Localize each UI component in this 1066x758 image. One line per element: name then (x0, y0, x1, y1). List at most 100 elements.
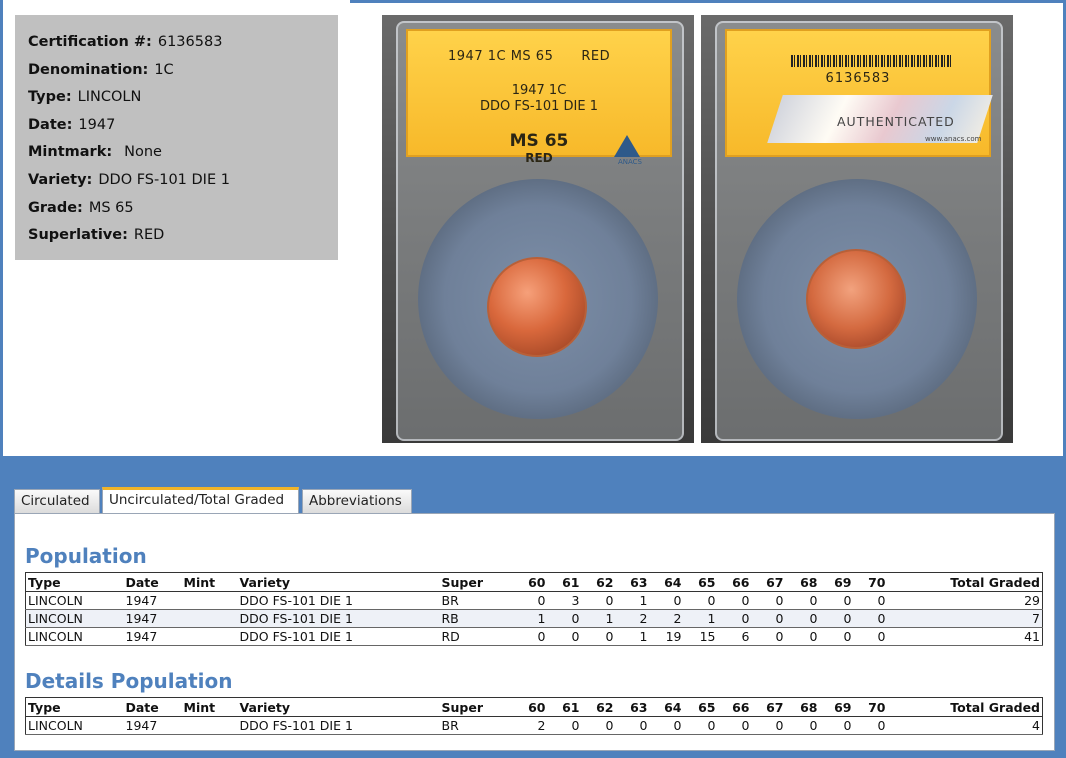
info-value: 6136583 (157, 34, 223, 50)
column-header: Date (123, 572, 182, 592)
cell-total-graded: 29 (887, 591, 1043, 610)
column-header: Total Graded (887, 697, 1043, 717)
hologram-url: www.anacs.com (925, 135, 982, 143)
cell-grade-69: 0 (819, 591, 854, 610)
cell-grade-70: 0 (853, 627, 888, 646)
column-header: 67 (751, 572, 786, 592)
cell-variety: DDO FS-101 DIE 1 (237, 627, 440, 646)
info-label: Grade: (28, 199, 83, 216)
info-value: RED (133, 227, 165, 244)
column-header: 63 (615, 572, 650, 592)
cell-grade-66: 6 (717, 627, 752, 646)
cell-grade-63: 1 (615, 591, 650, 610)
cell-super: BR (439, 716, 502, 735)
cell-grade-61: 0 (547, 627, 582, 646)
slab-back-label: 6136583 AUTHENTICATED www.anacs.com (725, 29, 993, 157)
cell-grade-60: 1 (501, 609, 548, 628)
column-header: Mint (181, 697, 238, 717)
cell-super: RB (439, 609, 502, 628)
coin-reverse-icon (806, 249, 906, 349)
column-header: 61 (547, 697, 582, 717)
details-population-heading: Details Population (25, 669, 233, 693)
hologram-text: AUTHENTICATED (837, 114, 955, 129)
info-row-mintmark: Mintmark: None (28, 140, 338, 168)
cell-mint (181, 591, 238, 610)
tab-circulated[interactable]: Circulated (14, 489, 100, 513)
column-header: Variety (237, 572, 440, 592)
column-header: 63 (615, 697, 650, 717)
cell-grade-62: 0 (581, 627, 616, 646)
info-row-date: Date: 1947 (28, 113, 338, 141)
cell-mint (181, 627, 238, 646)
slab-front-label: 1947 1C MS 65 RED 1947 1C DDO FS-101 DIE … (406, 29, 672, 166)
cell-date: 1947 (123, 591, 182, 610)
tab-abbreviations[interactable]: Abbreviations (302, 489, 412, 513)
column-header: Super (439, 697, 502, 717)
column-header: 62 (581, 697, 616, 717)
cell-grade-65: 0 (683, 591, 718, 610)
column-header: Mint (181, 572, 238, 592)
info-value: DDO FS-101 DIE 1 (98, 171, 230, 188)
details-population-table: Type Date Mint Variety Super 60 61 62 63… (25, 697, 1043, 735)
info-label: Date: (28, 116, 73, 133)
info-row-certification: Certification #: 6136583 (28, 30, 338, 58)
column-header: 69 (819, 697, 854, 717)
info-label: Type: (28, 89, 72, 106)
cell-variety: DDO FS-101 DIE 1 (237, 591, 440, 610)
cell-grade-64: 19 (649, 627, 684, 646)
cell-grade-70: 0 (853, 609, 888, 628)
cell-grade-67: 0 (751, 716, 786, 735)
cell-grade-63: 1 (615, 627, 650, 646)
column-header: 66 (717, 697, 752, 717)
table-header-row: Type Date Mint Variety Super 60 61 62 63… (25, 697, 1043, 717)
column-header: Type (25, 572, 124, 592)
barcode-icon (791, 55, 951, 67)
cell-grade-66: 0 (717, 609, 752, 628)
anacs-logo-icon (614, 135, 640, 157)
cell-grade-64: 0 (649, 591, 684, 610)
label-top-left: 1947 1C MS 65 (448, 49, 554, 64)
cell-mint (181, 609, 238, 628)
column-header: 69 (819, 572, 854, 592)
info-value: LINCOLN (77, 89, 142, 106)
cell-grade-65: 0 (683, 716, 718, 735)
coin-obverse-icon (487, 257, 587, 357)
label-line2: DDO FS-101 DIE 1 (480, 99, 598, 114)
cell-total-graded: 7 (887, 609, 1043, 628)
cell-grade-66: 0 (717, 591, 752, 610)
cell-grade-60: 0 (501, 591, 548, 610)
population-table: Type Date Mint Variety Super 60 61 62 63… (25, 572, 1043, 646)
info-row-variety: Variety: DDO FS-101 DIE 1 (28, 168, 338, 196)
cell-grade-61: 3 (547, 591, 582, 610)
cell-date: 1947 (123, 716, 182, 735)
label-line1: 1947 1C (511, 83, 567, 98)
cell-grade-70: 0 (853, 591, 888, 610)
info-label: Superlative: (28, 227, 128, 244)
cell-grade-67: 0 (751, 591, 786, 610)
cell-super: BR (439, 591, 502, 610)
cell-date: 1947 (123, 609, 182, 628)
tab-uncirculated-total-graded[interactable]: Uncirculated/Total Graded (102, 487, 299, 513)
cell-super: RD (439, 627, 502, 646)
info-row-type: Type: LINCOLN (28, 85, 338, 113)
cell-variety: DDO FS-101 DIE 1 (237, 609, 440, 628)
cell-grade-62: 0 (581, 591, 616, 610)
coin-slab-back-image[interactable]: 6136583 AUTHENTICATED www.anacs.com (701, 15, 1013, 443)
cell-variety: DDO FS-101 DIE 1 (237, 716, 440, 735)
coin-slab-front-image[interactable]: 1947 1C MS 65 RED 1947 1C DDO FS-101 DIE … (382, 15, 694, 443)
column-header: 60 (501, 697, 548, 717)
cell-grade-68: 0 (785, 609, 820, 628)
cell-total-graded: 41 (887, 627, 1043, 646)
info-label: Variety: (28, 171, 93, 188)
info-row-superlative: Superlative: RED (28, 223, 338, 251)
label-middle: 1947 1C DDO FS-101 DIE 1 (408, 83, 670, 115)
cell-total-graded: 4 (887, 716, 1043, 735)
info-label: Certification #: (28, 34, 152, 50)
column-header: 64 (649, 697, 684, 717)
cell-grade-70: 0 (853, 716, 888, 735)
column-header: 66 (717, 572, 752, 592)
cell-grade-65: 1 (683, 609, 718, 628)
column-header: Type (25, 697, 124, 717)
table-row: LINCOLN 1947 DDO FS-101 DIE 1 BR 0 3 0 1… (25, 591, 1043, 610)
table-row: LINCOLN 1947 DDO FS-101 DIE 1 RB 1 0 1 2… (25, 609, 1043, 628)
